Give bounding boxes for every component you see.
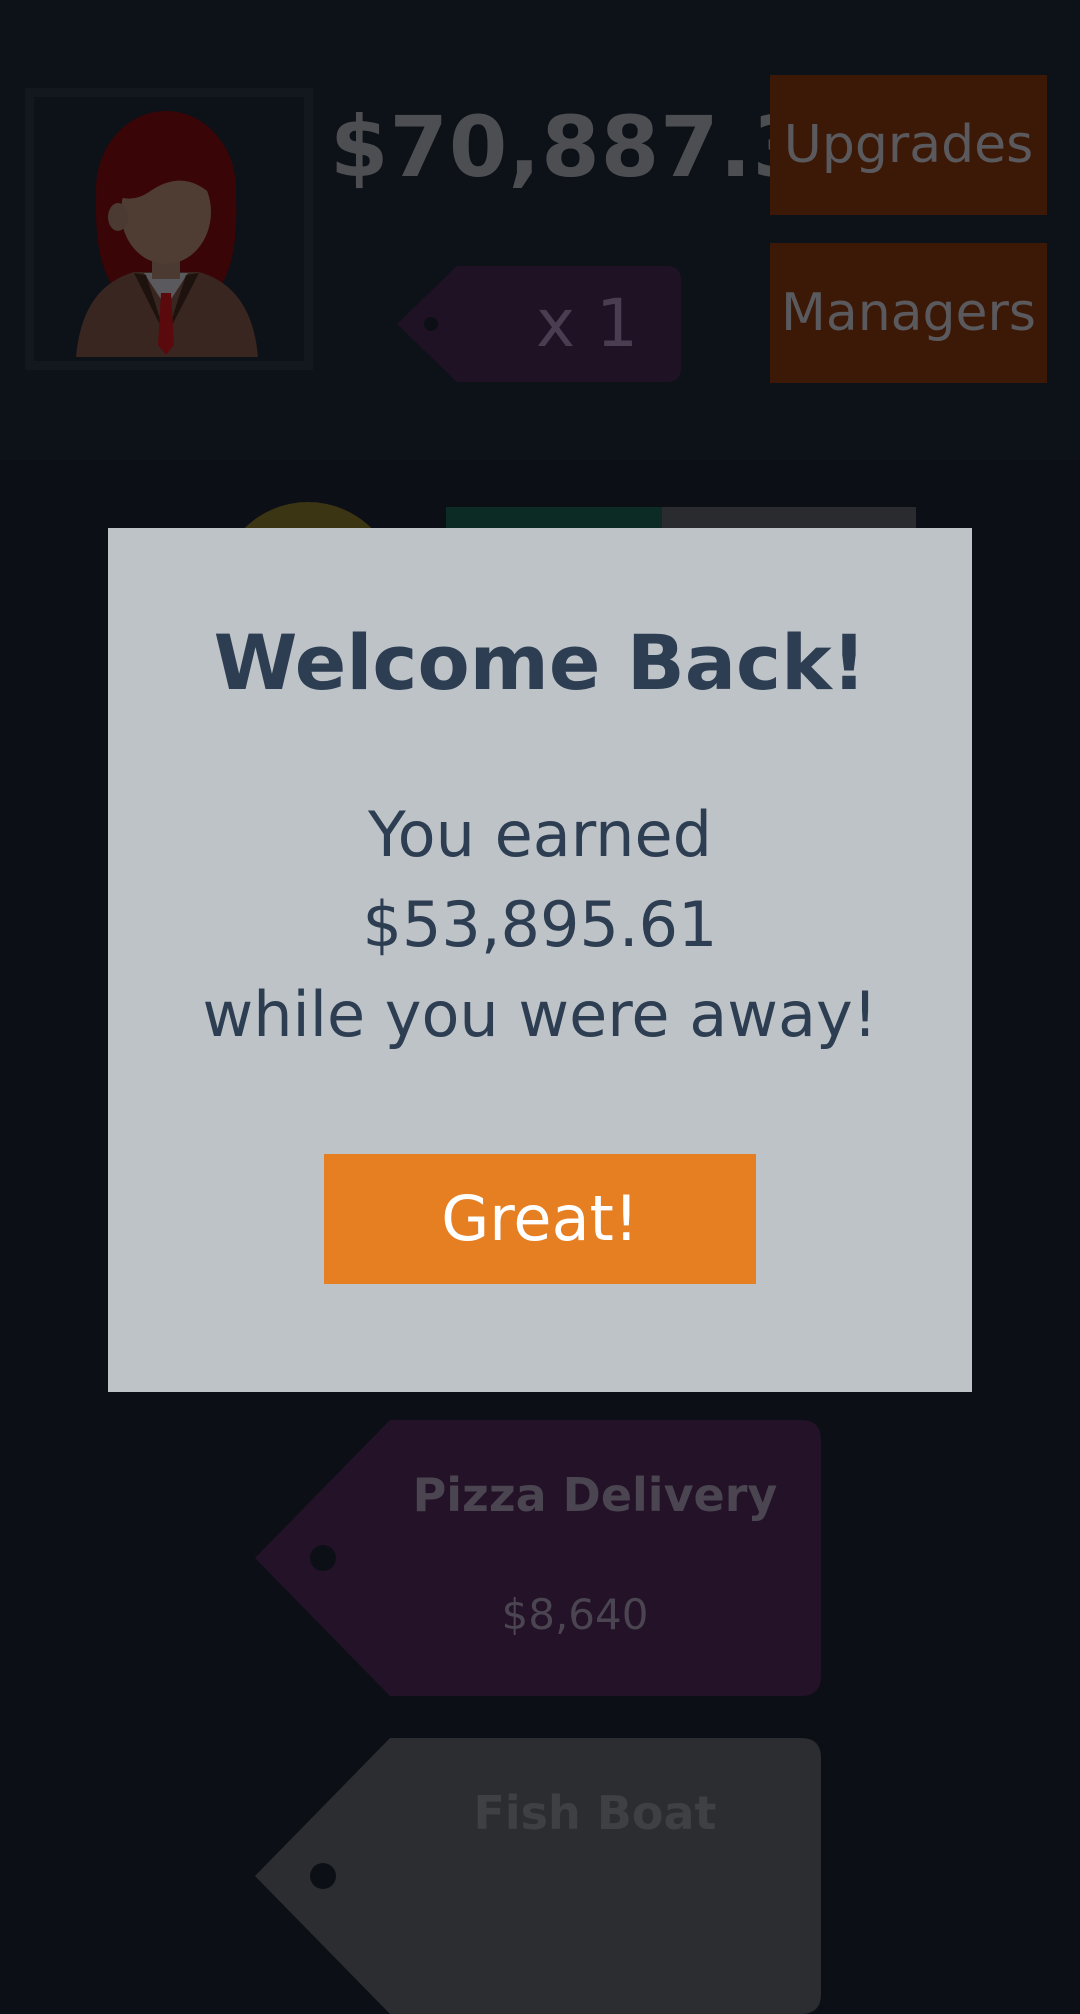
earned-amount: $53,895.61 (362, 888, 718, 961)
welcome-back-dialog: Welcome Back! You earned $53,895.61 whil… (108, 528, 972, 1392)
business-name: Fish Boat (473, 1786, 717, 1840)
business-name: Pizza Delivery (412, 1468, 778, 1522)
top-bar: $70,887.34 x 1 Upgrades Managers (0, 0, 1080, 460)
multiplier-label: x 1 (535, 285, 639, 362)
earned-label: You earned (368, 798, 712, 871)
dialog-title: Welcome Back! (213, 618, 867, 707)
tag-hole-icon (310, 1863, 336, 1889)
business-price: $8,640 (501, 1590, 649, 1639)
away-label: while you were away! (202, 978, 878, 1051)
cash-balance: $70,887.34 (330, 98, 872, 196)
business-fish-boat[interactable]: Fish Boat (255, 1738, 821, 2014)
managers-button[interactable]: Managers (770, 243, 1047, 383)
business-pizza-delivery[interactable]: Pizza Delivery $8,640 (255, 1420, 821, 1696)
avatar (25, 88, 313, 370)
great-button[interactable]: Great! (324, 1154, 756, 1284)
businesswoman-icon (76, 111, 258, 357)
tag-hole-icon (310, 1545, 336, 1571)
price-tag-shape (255, 1420, 821, 1696)
upgrades-button[interactable]: Upgrades (770, 75, 1047, 215)
tag-hole-icon (424, 317, 438, 331)
price-tag-shape (255, 1738, 821, 2014)
buy-multiplier-button[interactable]: x 1 (397, 266, 681, 382)
